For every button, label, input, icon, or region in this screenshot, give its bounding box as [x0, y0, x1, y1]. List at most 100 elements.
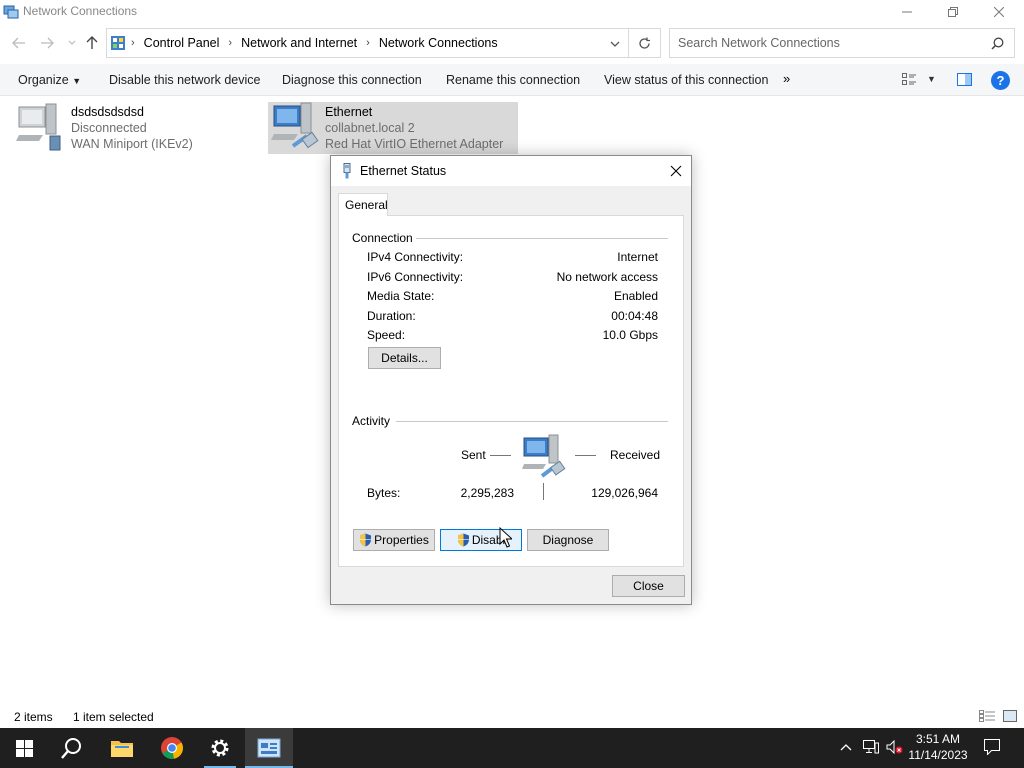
close-button[interactable]: Close — [612, 575, 685, 597]
chevron-down-icon: ▼ — [72, 76, 82, 86]
show-hidden-icons-button[interactable] — [840, 740, 852, 754]
ethernet-adapter-icon — [271, 102, 319, 149]
dialog-title: Ethernet Status — [360, 164, 447, 178]
breadcrumb-network-and-internet[interactable]: Network and Internet — [241, 36, 357, 50]
up-button[interactable] — [83, 34, 101, 52]
properties-button-label: Properties — [374, 533, 429, 547]
clock-date: 11/14/2023 — [908, 748, 968, 762]
address-bar[interactable]: › Control Panel › Network and Internet ›… — [106, 28, 661, 58]
refresh-button[interactable] — [628, 29, 660, 57]
change-view-icon[interactable] — [902, 73, 917, 86]
forward-button[interactable] — [38, 34, 56, 52]
more-commands-button[interactable]: » — [783, 71, 790, 86]
restore-icon — [948, 7, 958, 17]
activity-group: Activity — [352, 414, 668, 428]
status-bar: 2 items 1 item selected — [0, 706, 1024, 728]
clock[interactable]: 3:51 AM 11/14/2023 — [908, 731, 968, 763]
window-title: Network Connections — [23, 4, 138, 18]
file-explorer-taskbar-button[interactable] — [98, 728, 146, 768]
restore-button[interactable] — [930, 0, 976, 24]
start-button[interactable] — [0, 728, 48, 768]
search-icon — [61, 738, 81, 759]
view-options-dropdown[interactable]: ▼ — [927, 74, 936, 84]
back-button[interactable] — [10, 34, 28, 52]
breadcrumb-separator-icon[interactable]: › — [366, 37, 370, 49]
chevron-down-icon — [610, 41, 620, 47]
dialog-title-bar[interactable]: Ethernet Status — [331, 156, 691, 186]
search-taskbar-button[interactable] — [48, 728, 96, 768]
up-arrow-icon — [86, 36, 98, 49]
bytes-label: Bytes: — [367, 486, 401, 500]
minimize-button[interactable] — [884, 0, 930, 24]
bytes-received-value: 129,026,964 — [591, 486, 658, 500]
diagnose-button[interactable]: Diagnose — [527, 529, 609, 551]
breadcrumb-control-panel[interactable]: Control Panel — [144, 36, 220, 50]
breadcrumb-network-connections[interactable]: Network Connections — [379, 36, 498, 50]
help-button[interactable]: ? — [991, 71, 1010, 90]
command-bar: Organize ▼ Disable this network device D… — [0, 64, 1024, 96]
refresh-icon — [639, 37, 650, 49]
network-tray-icon[interactable] — [863, 740, 879, 757]
info-label: Speed: — [367, 328, 406, 342]
sent-line — [490, 455, 511, 456]
activity-group-header: Activity — [352, 414, 391, 428]
connection-group: Connection — [352, 231, 668, 245]
breadcrumb-separator-icon[interactable]: › — [228, 37, 232, 49]
search-input[interactable] — [670, 29, 980, 57]
connection-item-ethernet[interactable]: Ethernet collabnet.local 2 Red Hat VirtI… — [268, 102, 518, 154]
details-button[interactable]: Details... — [368, 347, 441, 369]
dialog-close-button[interactable] — [661, 156, 691, 186]
breadcrumb: › Control Panel › Network and Internet ›… — [131, 36, 498, 50]
info-value: 00:04:48 — [611, 309, 658, 323]
details-view-icon[interactable] — [979, 710, 995, 722]
volume-tray-icon[interactable] — [886, 739, 904, 757]
network-activity-icon — [522, 434, 566, 478]
title-bar: Network Connections — [0, 0, 1024, 24]
minimize-icon — [902, 11, 912, 13]
diagnose-command[interactable]: Diagnose this connection — [282, 73, 422, 87]
recent-locations-button[interactable] — [63, 34, 81, 52]
large-icons-view-icon[interactable] — [1003, 710, 1017, 722]
connection-status: collabnet.local 2 — [325, 121, 415, 135]
breadcrumb-separator-icon[interactable]: › — [131, 37, 135, 49]
selection-count: 1 item selected — [73, 710, 154, 724]
taskbar: 3:51 AM 11/14/2023 — [0, 728, 1024, 768]
connection-status: Disconnected — [71, 121, 147, 135]
ethernet-plug-icon — [343, 163, 351, 179]
close-window-button[interactable] — [976, 0, 1022, 24]
group-divider — [396, 421, 668, 422]
chevron-up-icon — [840, 744, 852, 751]
organize-menu[interactable]: Organize ▼ — [18, 73, 81, 87]
preview-pane-icon[interactable] — [957, 73, 972, 86]
info-label: Media State: — [367, 289, 435, 303]
close-icon — [670, 165, 682, 177]
network-icon — [863, 740, 879, 754]
network-connections-icon — [3, 5, 19, 19]
bytes-sent-value: 2,295,283 — [460, 486, 514, 500]
connection-group-header: Connection — [352, 231, 413, 245]
address-dropdown-button[interactable] — [610, 37, 620, 51]
chrome-taskbar-button[interactable] — [148, 728, 196, 768]
windows-logo-icon — [15, 739, 33, 757]
rename-command[interactable]: Rename this connection — [446, 73, 580, 87]
control-panel-taskbar-button[interactable] — [245, 728, 293, 768]
tab-general[interactable]: General — [338, 193, 388, 216]
notifications-button[interactable] — [984, 739, 1000, 758]
settings-taskbar-button[interactable] — [196, 728, 244, 768]
properties-button[interactable]: Properties — [353, 529, 435, 551]
uac-shield-icon — [457, 533, 469, 547]
network-adapter-disconnected-icon — [16, 103, 61, 151]
chrome-icon — [161, 737, 183, 759]
uac-shield-icon — [360, 533, 372, 547]
search-box[interactable] — [669, 28, 1015, 58]
info-value: No network access — [556, 270, 658, 284]
back-arrow-icon — [12, 37, 25, 49]
info-value: Enabled — [613, 289, 658, 303]
connection-item-wan[interactable]: dsdsdsdsdsd Disconnected WAN Miniport (I… — [16, 102, 246, 154]
disable-device-command[interactable]: Disable this network device — [109, 73, 260, 87]
search-icon[interactable] — [991, 37, 1004, 50]
ethernet-status-dialog: Ethernet Status General Connection IPv4 … — [330, 155, 692, 605]
control-panel-icon — [257, 738, 281, 758]
clock-time: 3:51 AM — [915, 732, 961, 746]
view-status-command[interactable]: View status of this connection — [604, 73, 768, 87]
